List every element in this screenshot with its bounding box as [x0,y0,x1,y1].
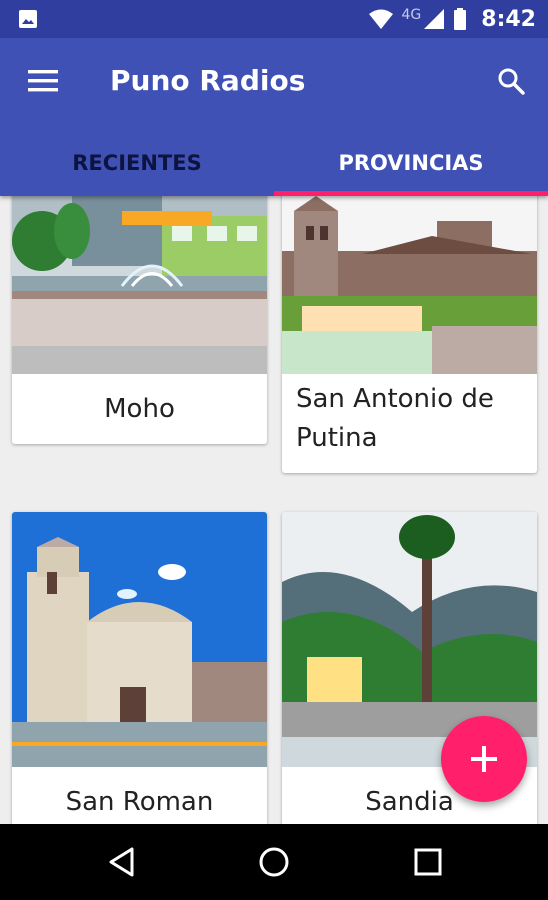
province-name: San Antonio de Putina [296,384,494,453]
network-type-label: 4G [401,7,422,23]
signal-icon [424,9,445,29]
moho-photo [12,196,267,374]
san-antonio-de-putina-photo [282,196,537,374]
app-bar: Puno Radios RECIENTES PROVINCIAS [0,38,548,196]
back-button[interactable] [102,842,142,882]
tab-bar: RECIENTES PROVINCIAS [0,130,548,196]
status-bar: 4G 8:42 [0,0,548,38]
plus-icon [471,746,497,772]
home-icon [259,847,289,877]
search-icon [498,68,525,95]
wifi-icon [368,9,393,29]
province-name: San Roman [65,786,214,817]
province-name: Moho [104,393,175,424]
menu-button[interactable] [18,60,68,102]
app-title: Puno Radios [110,64,306,97]
system-nav-bar [0,824,548,900]
tab-recientes[interactable]: RECIENTES [0,130,274,196]
province-card-moho[interactable]: Moho [12,196,267,444]
home-button[interactable] [254,842,294,882]
clock: 8:42 [481,6,536,32]
image-icon [19,10,37,28]
search-button[interactable] [490,60,532,102]
back-icon [109,847,134,877]
menu-icon [28,70,58,92]
recents-icon [414,848,442,876]
san-roman-photo [12,512,267,767]
province-card-san-antonio-de-putina[interactable]: San Antonio de Putina [282,196,537,473]
recents-button[interactable] [408,842,448,882]
province-card-san-roman[interactable]: San Roman [12,512,267,824]
tab-provincias[interactable]: PROVINCIAS [274,130,548,196]
add-button[interactable] [441,716,527,802]
battery-icon [454,8,467,30]
